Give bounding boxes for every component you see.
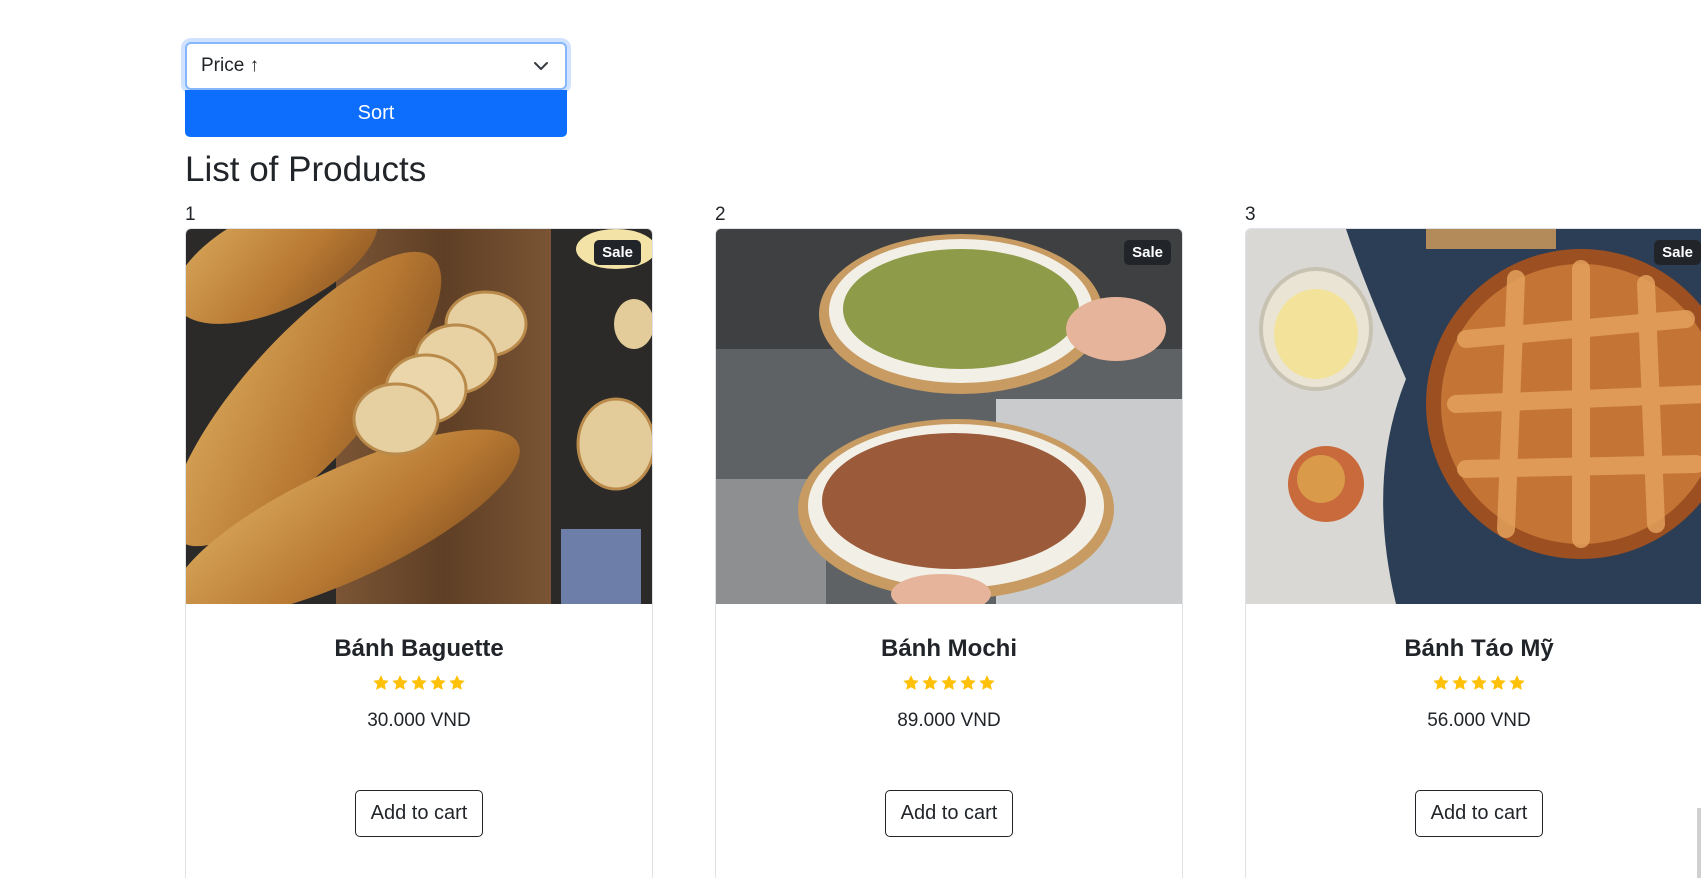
product-card-body: Bánh Mochi 89.000 VND Add to cart — [716, 604, 1182, 837]
product-item: 3 Sale Bánh Táo Mỹ 56.000 VND Add to car… — [1245, 202, 1701, 878]
star-icon — [960, 675, 976, 690]
sort-select[interactable]: Price ↑ — [185, 42, 567, 90]
sale-badge: Sale — [1124, 240, 1171, 265]
sort-form: Price ↑ Sort — [185, 42, 567, 137]
star-icon — [449, 675, 465, 690]
product-card: Sale Bánh Táo Mỹ 56.000 VND Add to cart — [1245, 228, 1701, 878]
product-name: Bánh Táo Mỹ — [1404, 635, 1554, 662]
star-icon — [1471, 675, 1487, 690]
star-icon — [1490, 675, 1506, 690]
star-icon — [1452, 675, 1468, 690]
star-icon — [373, 675, 389, 690]
chevron-down-icon — [534, 62, 548, 70]
product-image[interactable]: Sale — [716, 229, 1182, 604]
page-title: List of Products — [185, 150, 427, 189]
mochi-photo-icon — [716, 229, 1182, 604]
star-icon — [430, 675, 446, 690]
product-index: 3 — [1245, 204, 1256, 225]
star-icon — [1433, 675, 1449, 690]
product-item: 1 Sale Bánh Baguette 30.000 VND Add to c… — [185, 202, 653, 878]
star-rating — [1246, 674, 1701, 698]
star-icon — [979, 675, 995, 690]
product-name: Bánh Mochi — [881, 635, 1017, 662]
product-price: 56.000 VND — [1427, 710, 1531, 731]
product-price: 89.000 VND — [897, 710, 1001, 731]
product-card: Sale Bánh Mochi 89.000 VND Add to cart — [715, 228, 1183, 878]
sale-badge: Sale — [594, 240, 641, 265]
baguette-photo-icon — [186, 229, 652, 604]
scrollbar[interactable] — [1697, 808, 1701, 878]
page: Price ↑ Sort List of Products 1 Sale Bán… — [0, 0, 1701, 878]
product-index: 2 — [715, 204, 726, 225]
apple-pie-photo-icon — [1246, 229, 1701, 604]
star-icon — [922, 675, 938, 690]
sort-select-value: Price ↑ — [201, 55, 260, 76]
product-card-body: Bánh Baguette 30.000 VND Add to cart — [186, 604, 652, 837]
star-icon — [392, 675, 408, 690]
product-card-body: Bánh Táo Mỹ 56.000 VND Add to cart — [1246, 604, 1701, 837]
product-name: Bánh Baguette — [334, 635, 504, 662]
product-image[interactable]: Sale — [1246, 229, 1701, 604]
star-icon — [1509, 675, 1525, 690]
star-rating — [716, 674, 1182, 698]
product-image[interactable]: Sale — [186, 229, 652, 604]
sale-badge: Sale — [1654, 240, 1701, 265]
star-icon — [941, 675, 957, 690]
star-icon — [411, 675, 427, 690]
product-card: Sale Bánh Baguette 30.000 VND Add to car… — [185, 228, 653, 878]
star-rating — [186, 674, 652, 698]
add-to-cart-button[interactable]: Add to cart — [884, 790, 1014, 837]
sort-button[interactable]: Sort — [185, 90, 567, 137]
product-price: 30.000 VND — [367, 710, 471, 731]
add-to-cart-button[interactable]: Add to cart — [1414, 790, 1544, 837]
product-item: 2 Sale Bánh Mochi 89.000 VND Add to cart — [715, 202, 1183, 878]
add-to-cart-button[interactable]: Add to cart — [354, 790, 484, 837]
star-icon — [903, 675, 919, 690]
product-index: 1 — [185, 204, 196, 225]
